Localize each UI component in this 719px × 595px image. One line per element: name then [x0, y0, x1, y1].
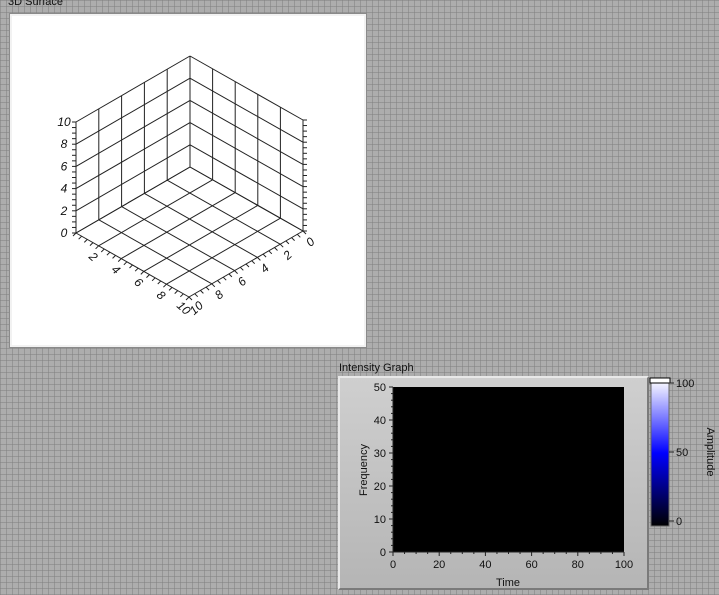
- y-tick-label: 40: [374, 415, 386, 427]
- x-axis-tick: [268, 250, 273, 255]
- ramp-max-marker[interactable]: [649, 377, 671, 384]
- y-axis-tick: [106, 251, 111, 256]
- floor-grid-line: [143, 204, 259, 272]
- y-axis-tick: [129, 264, 133, 269]
- x-axis-tick: [262, 253, 267, 258]
- y-axis-tick: [140, 271, 145, 275]
- floor-grid-line: [98, 179, 213, 247]
- x-tick-label: 80: [572, 559, 584, 571]
- y-axis-tick: [163, 283, 167, 288]
- y-axis-tick: [174, 290, 179, 294]
- x-axis-tick: [291, 237, 295, 241]
- surface-axis-labels: 02468102468100246810: [57, 115, 317, 318]
- x-axis-tick: [228, 273, 233, 278]
- y-tick-label: 20: [374, 481, 386, 493]
- x-axis-tick: [239, 266, 244, 271]
- y-tick-label: 6: [235, 274, 250, 289]
- left-wall-grid-line: [75, 77, 191, 145]
- y-axis-tick: [157, 280, 162, 285]
- z-tick-label: 8: [61, 137, 68, 151]
- left-wall-grid-line: [75, 144, 191, 212]
- x-axis-tick: [245, 263, 250, 268]
- color-ramp-bar[interactable]: [650, 379, 670, 527]
- x-axis-tick: [234, 270, 238, 274]
- floor-grid-line: [121, 206, 235, 272]
- x-axis-tick: [188, 296, 193, 301]
- y-tick-label: 10: [187, 298, 207, 318]
- x-tick-label: 60: [525, 559, 537, 571]
- y-tick-label: 4: [258, 261, 273, 276]
- ramp-tick-label: 0: [676, 516, 682, 528]
- y-axis-tick: [146, 274, 150, 278]
- y-axis-tick: [100, 248, 105, 253]
- floor-grid-line: [166, 217, 281, 285]
- ramp-tick-label: 100: [676, 378, 694, 390]
- y-tick-label: 8: [212, 287, 227, 302]
- intensity-plot-area[interactable]: [393, 387, 624, 552]
- y-axis-tick: [112, 255, 116, 259]
- y-axis-tick: [89, 242, 94, 246]
- y-axis-label: Frequency: [358, 444, 370, 496]
- x-tick-label: 8: [154, 288, 169, 303]
- x-axis-tick: [285, 240, 290, 245]
- x-tick-label: 20: [433, 559, 445, 571]
- x-axis-tick: [217, 280, 221, 284]
- y-axis-tick: [185, 296, 190, 301]
- x-tick-label: 0: [390, 559, 396, 571]
- floor-grid-line: [120, 192, 236, 260]
- y-axis-tick: [95, 245, 99, 250]
- left-wall-grid-line: [75, 166, 191, 234]
- y-axis-tick: [151, 277, 156, 282]
- y-tick-label: 30: [374, 448, 386, 460]
- y-axis-tick: [134, 267, 139, 272]
- x-tick-label: 4: [109, 262, 124, 277]
- z-tick-label: 4: [61, 182, 68, 196]
- surface-plot[interactable]: 02468102468100246810: [0, 0, 380, 350]
- x-axis-tick: [251, 260, 256, 265]
- intensity-caption: Intensity Graph: [339, 362, 414, 374]
- color-ramp-label: Amplitude: [704, 428, 716, 477]
- left-wall-grid-line: [75, 99, 191, 167]
- x-tick-label: 100: [615, 559, 633, 571]
- x-axis-tick: [205, 286, 210, 291]
- intensity-plot[interactable]: 0 20 40 60 80 100 0 10 20 30 40 50 Time Frequency: [338, 376, 649, 590]
- z-tick-label: 2: [60, 204, 68, 218]
- amplitude-color-ramp[interactable]: 100 50 0 Amplitude: [648, 376, 719, 536]
- z-tick-label: 10: [57, 115, 71, 129]
- x-axis-tick: [296, 233, 301, 238]
- x-tick-label: 40: [479, 559, 491, 571]
- y-axis-tick: [168, 287, 173, 291]
- color-ramp-ticks: 100 50 0: [669, 378, 694, 528]
- x-axis-tick: [257, 257, 261, 261]
- x-axis-tick: [274, 247, 278, 251]
- y-axis-tick: [83, 239, 88, 243]
- y-tick-label: 2: [280, 248, 295, 264]
- x-axis-tick: [200, 290, 204, 294]
- x-axis-tick: [211, 283, 216, 288]
- y-tick-label: 10: [374, 514, 386, 526]
- left-wall-grid-line: [75, 122, 191, 190]
- floor-grid-line: [166, 179, 281, 245]
- z-tick-label: 6: [61, 159, 68, 173]
- surface-grid-lines: [72, 55, 307, 301]
- y-axis-tick: [78, 235, 83, 240]
- x-tick-label: 2: [85, 249, 100, 265]
- x-tick-label: 6: [131, 275, 146, 290]
- ramp-tick-label: 50: [676, 447, 688, 459]
- y-tick-label: 0: [380, 547, 386, 559]
- z-tick-label: 0: [61, 226, 68, 240]
- left-wall-grid-line: [75, 55, 191, 123]
- x-axis-label: Time: [496, 577, 520, 589]
- x-axis-tick: [279, 243, 284, 248]
- y-axis-tick: [123, 261, 128, 266]
- y-tick-label: 50: [374, 382, 386, 394]
- x-axis-tick: [194, 293, 199, 298]
- x-axis-tick: [222, 276, 227, 281]
- y-tick-label: 0: [303, 234, 318, 249]
- floor-grid-line: [144, 192, 258, 258]
- y-axis-tick: [117, 258, 122, 262]
- y-axis-tick: [179, 293, 184, 298]
